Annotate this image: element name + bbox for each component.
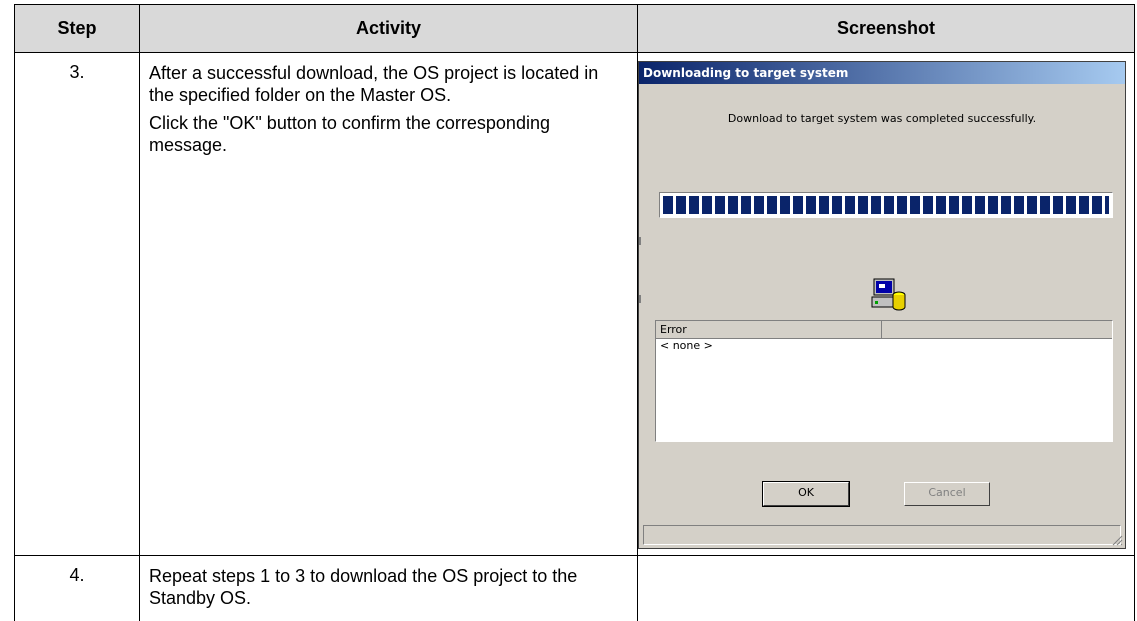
activity-cell: Repeat steps 1 to 3 to download the OS p…: [139, 555, 638, 621]
edge-mark: [639, 295, 641, 303]
step-number: 3.: [14, 52, 140, 556]
header-step: Step: [14, 4, 140, 53]
list-item[interactable]: < none >: [656, 339, 1112, 353]
error-list-header: Error: [656, 321, 1112, 339]
step-number: 4.: [14, 555, 140, 621]
header-activity: Activity: [139, 4, 638, 53]
activity-cell: After a successful download, the OS proj…: [139, 52, 638, 556]
download-dialog: Downloading to target system Download to…: [638, 61, 1126, 549]
progress-bar: [659, 192, 1113, 218]
progress-fill: [663, 196, 1109, 214]
status-message: Download to target system was completed …: [727, 112, 1037, 125]
ok-button[interactable]: OK: [762, 481, 850, 507]
column-header-empty[interactable]: [882, 321, 1112, 338]
screenshot-cell: [637, 555, 1135, 621]
table-header-row: Step Activity Screenshot: [14, 4, 1135, 53]
cancel-button[interactable]: Cancel: [904, 482, 990, 506]
edge-mark: [639, 237, 641, 245]
activity-text: Repeat steps 1 to 3 to download the OS p…: [149, 566, 578, 608]
column-header-error[interactable]: Error: [656, 321, 882, 338]
computer-database-icon: [871, 278, 906, 311]
activity-text: After a successful download, the OS proj…: [149, 63, 599, 105]
dialog-title: Downloading to target system: [639, 62, 1125, 84]
table-row: 4. Repeat steps 1 to 3 to download the O…: [14, 555, 1135, 621]
header-screenshot: Screenshot: [637, 4, 1135, 53]
resize-grip-icon[interactable]: [1111, 534, 1123, 546]
error-list[interactable]: Error < none >: [655, 320, 1113, 442]
status-bar: [643, 525, 1121, 545]
activity-text: Click the "OK" button to confirm the cor…: [149, 113, 550, 155]
